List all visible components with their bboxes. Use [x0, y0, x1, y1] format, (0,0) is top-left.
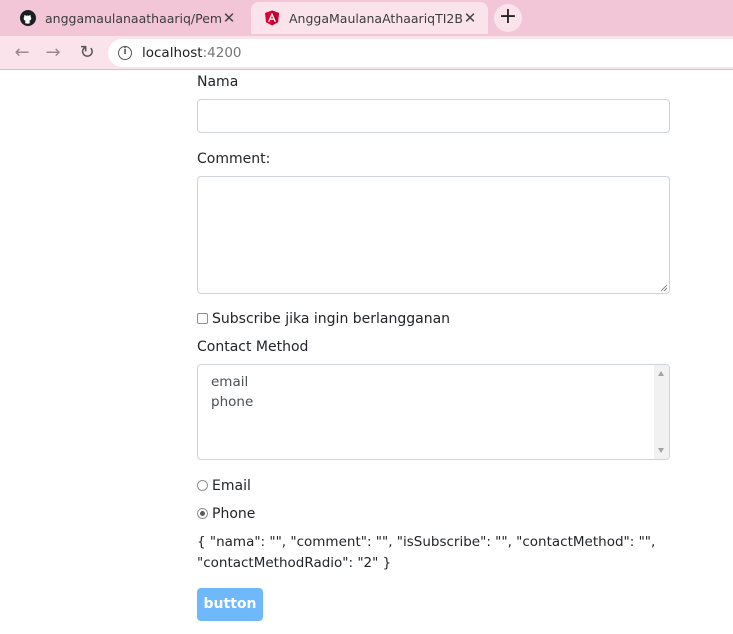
address-bar[interactable]: i localhost:4200: [108, 39, 733, 67]
browser-toolbar: ← → ↻ i localhost:4200: [0, 36, 733, 70]
tab-angular-app[interactable]: AnggaMaulanaAthaariqTI2B ✕: [251, 2, 488, 34]
tab-strip: anggamaulanaathaariq/Pemrogra ✕ AnggaMau…: [0, 0, 733, 36]
tab-title: AnggaMaulanaAthaariqTI2B: [289, 10, 462, 26]
tab-title: anggamaulanaathaariq/Pemrogra: [45, 10, 221, 26]
radio-email-label: Email: [212, 478, 251, 494]
subscribe-checkbox[interactable]: [197, 313, 208, 324]
close-icon[interactable]: ✕: [221, 10, 237, 26]
select-option-email[interactable]: email: [211, 374, 248, 390]
json-output-line: "contactMethodRadio": "2" }: [197, 555, 392, 571]
tab-github[interactable]: anggamaulanaathaariq/Pemrogra ✕: [7, 2, 247, 34]
angular-icon: [264, 10, 280, 26]
close-icon[interactable]: ✕: [462, 10, 478, 26]
github-icon: [20, 10, 36, 26]
back-arrow-icon[interactable]: ←: [10, 41, 34, 65]
resize-handle-icon[interactable]: [660, 284, 668, 292]
form-json-output: { "nama": "", "comment": "", "isSubscrib…: [197, 532, 670, 574]
forward-arrow-icon[interactable]: →: [41, 41, 65, 65]
nama-input[interactable]: [197, 99, 670, 133]
json-output-line: { "nama": "", "comment": "", "isSubscrib…: [197, 534, 656, 550]
url-port: :4200: [202, 45, 242, 61]
url-host: localhost: [142, 45, 203, 61]
radio-phone-label: Phone: [212, 506, 256, 522]
select-option-phone[interactable]: phone: [211, 394, 253, 410]
info-icon[interactable]: i: [118, 46, 132, 60]
nama-label: Nama: [197, 74, 239, 90]
comment-label: Comment:: [197, 151, 271, 167]
submit-button[interactable]: button: [197, 588, 263, 621]
subscribe-label: Subscribe jika ingin berlangganan: [212, 311, 451, 327]
contact-method-select[interactable]: email phone: [197, 364, 670, 460]
new-tab-button[interactable]: +: [494, 4, 522, 32]
contact-method-label: Contact Method: [197, 339, 309, 355]
comment-textarea[interactable]: [197, 176, 670, 294]
radio-email[interactable]: [197, 480, 208, 491]
reload-icon[interactable]: ↻: [75, 41, 99, 65]
scroll-down-arrow-icon[interactable]: [658, 448, 664, 453]
radio-phone[interactable]: [197, 508, 208, 519]
scrollbar[interactable]: [654, 365, 669, 459]
scroll-up-arrow-icon[interactable]: [658, 371, 664, 376]
